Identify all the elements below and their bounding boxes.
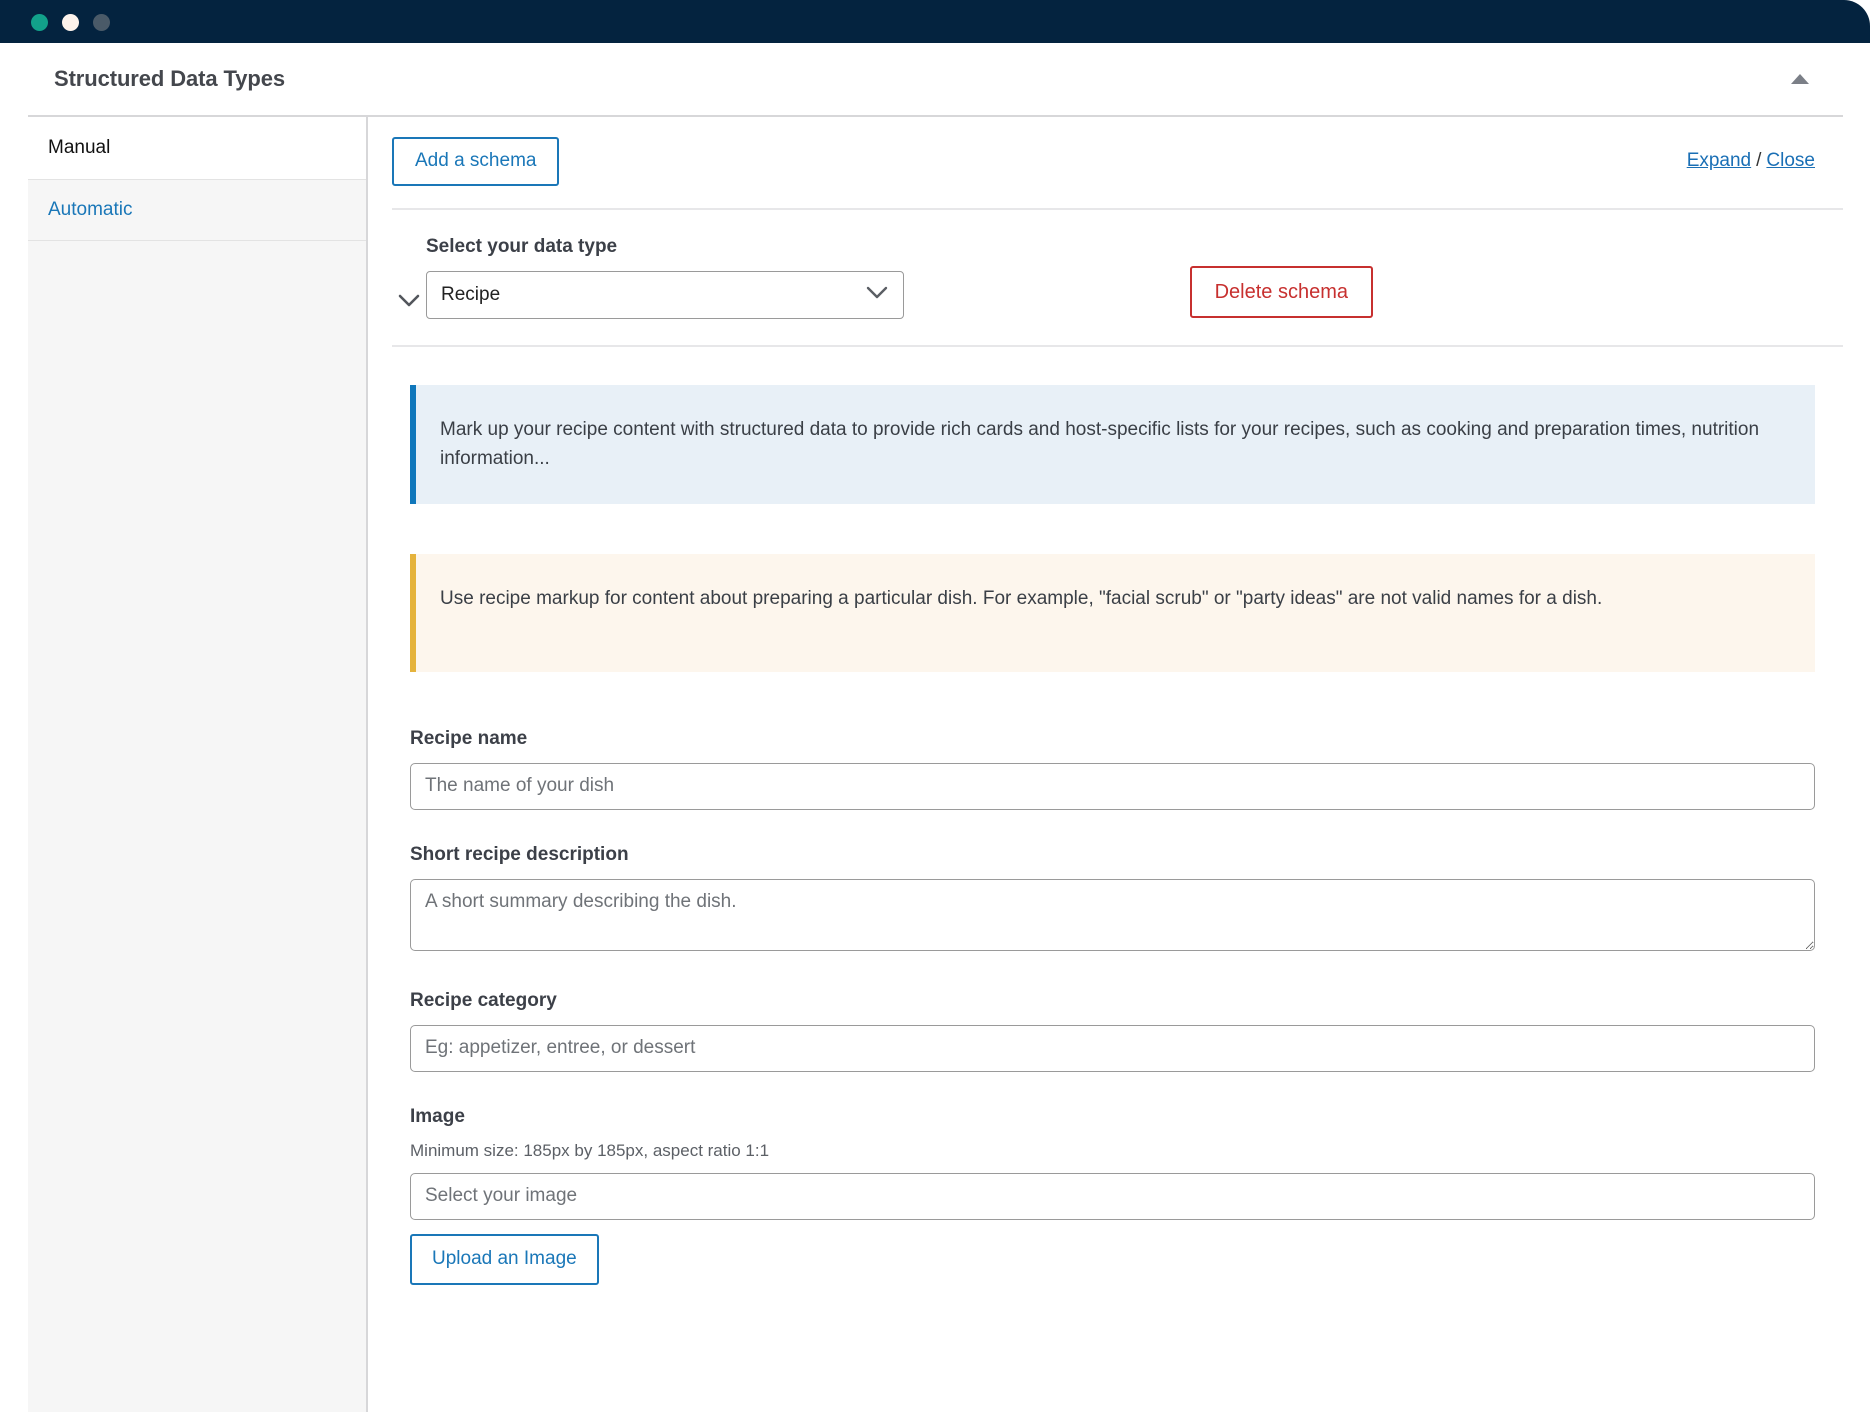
link-separator: / (1756, 150, 1762, 172)
recipe-category-input[interactable] (410, 1024, 1815, 1072)
recipe-category-field: Recipe category (410, 990, 1815, 1072)
sidebar-item-automatic[interactable]: Automatic (28, 179, 366, 241)
data-type-select-wrap: Recipe (426, 270, 904, 319)
window-close-icon[interactable] (31, 14, 48, 31)
window-title-bar (0, 0, 1870, 43)
sidebar: Manual Automatic (28, 117, 368, 1412)
recipe-name-field: Recipe name (410, 728, 1815, 810)
sidebar-item-label: Automatic (48, 199, 133, 220)
data-type-label: Select your data type (426, 235, 618, 257)
caret-up-icon[interactable] (1791, 74, 1809, 84)
panel-body: Manual Automatic Add a schema Expand / Clo… (28, 117, 1843, 1412)
notices: Mark up your recipe content with structu… (392, 347, 1843, 672)
upload-image-button[interactable]: Upload an Image (410, 1233, 599, 1285)
schema-toolbar: Add a schema Expand / Close (392, 117, 1843, 210)
schema-select-row: Select your data type Recipe Delete sche… (392, 210, 1843, 347)
warning-notice: Use recipe markup for content about prep… (410, 553, 1815, 672)
structured-data-panel: Structured Data Types Manual Automatic A… (28, 43, 1843, 1414)
image-help-text: Minimum size: 185px by 185px, aspect rat… (410, 1140, 770, 1160)
data-type-field: Select your data type Recipe (426, 236, 904, 319)
recipe-name-input[interactable] (410, 762, 1815, 810)
chevron-down-icon[interactable] (392, 294, 426, 308)
expand-link[interactable]: Expand (1687, 150, 1751, 171)
content-area: Add a schema Expand / Close Select your da… (368, 117, 1843, 1412)
recipe-category-label: Recipe category (410, 989, 557, 1011)
add-schema-button[interactable]: Add a schema (392, 137, 560, 186)
expand-close-links: Expand / Close (1687, 150, 1815, 172)
short-description-field: Short recipe description (410, 844, 1815, 956)
data-type-select[interactable]: Recipe (426, 270, 904, 319)
image-field: Image Minimum size: 185px by 185px, aspe… (410, 1106, 1815, 1285)
window-minimize-icon[interactable] (62, 14, 79, 31)
window-maximize-icon[interactable] (93, 14, 110, 31)
image-path-input[interactable] (410, 1172, 1815, 1220)
traffic-lights (31, 14, 110, 31)
recipe-form: Recipe name Short recipe description Rec… (392, 672, 1843, 1285)
image-label: Image (410, 1105, 465, 1127)
delete-schema-button[interactable]: Delete schema (1189, 265, 1373, 318)
page-title: Structured Data Types (54, 66, 285, 91)
close-link[interactable]: Close (1766, 150, 1815, 171)
sidebar-item-label: Manual (48, 137, 111, 158)
recipe-name-label: Recipe name (410, 727, 528, 749)
sidebar-item-manual[interactable]: Manual (28, 117, 366, 179)
panel-header: Structured Data Types (28, 43, 1843, 117)
info-notice: Mark up your recipe content with structu… (410, 384, 1815, 504)
short-description-label: Short recipe description (410, 843, 629, 865)
short-description-textarea[interactable] (410, 878, 1815, 951)
